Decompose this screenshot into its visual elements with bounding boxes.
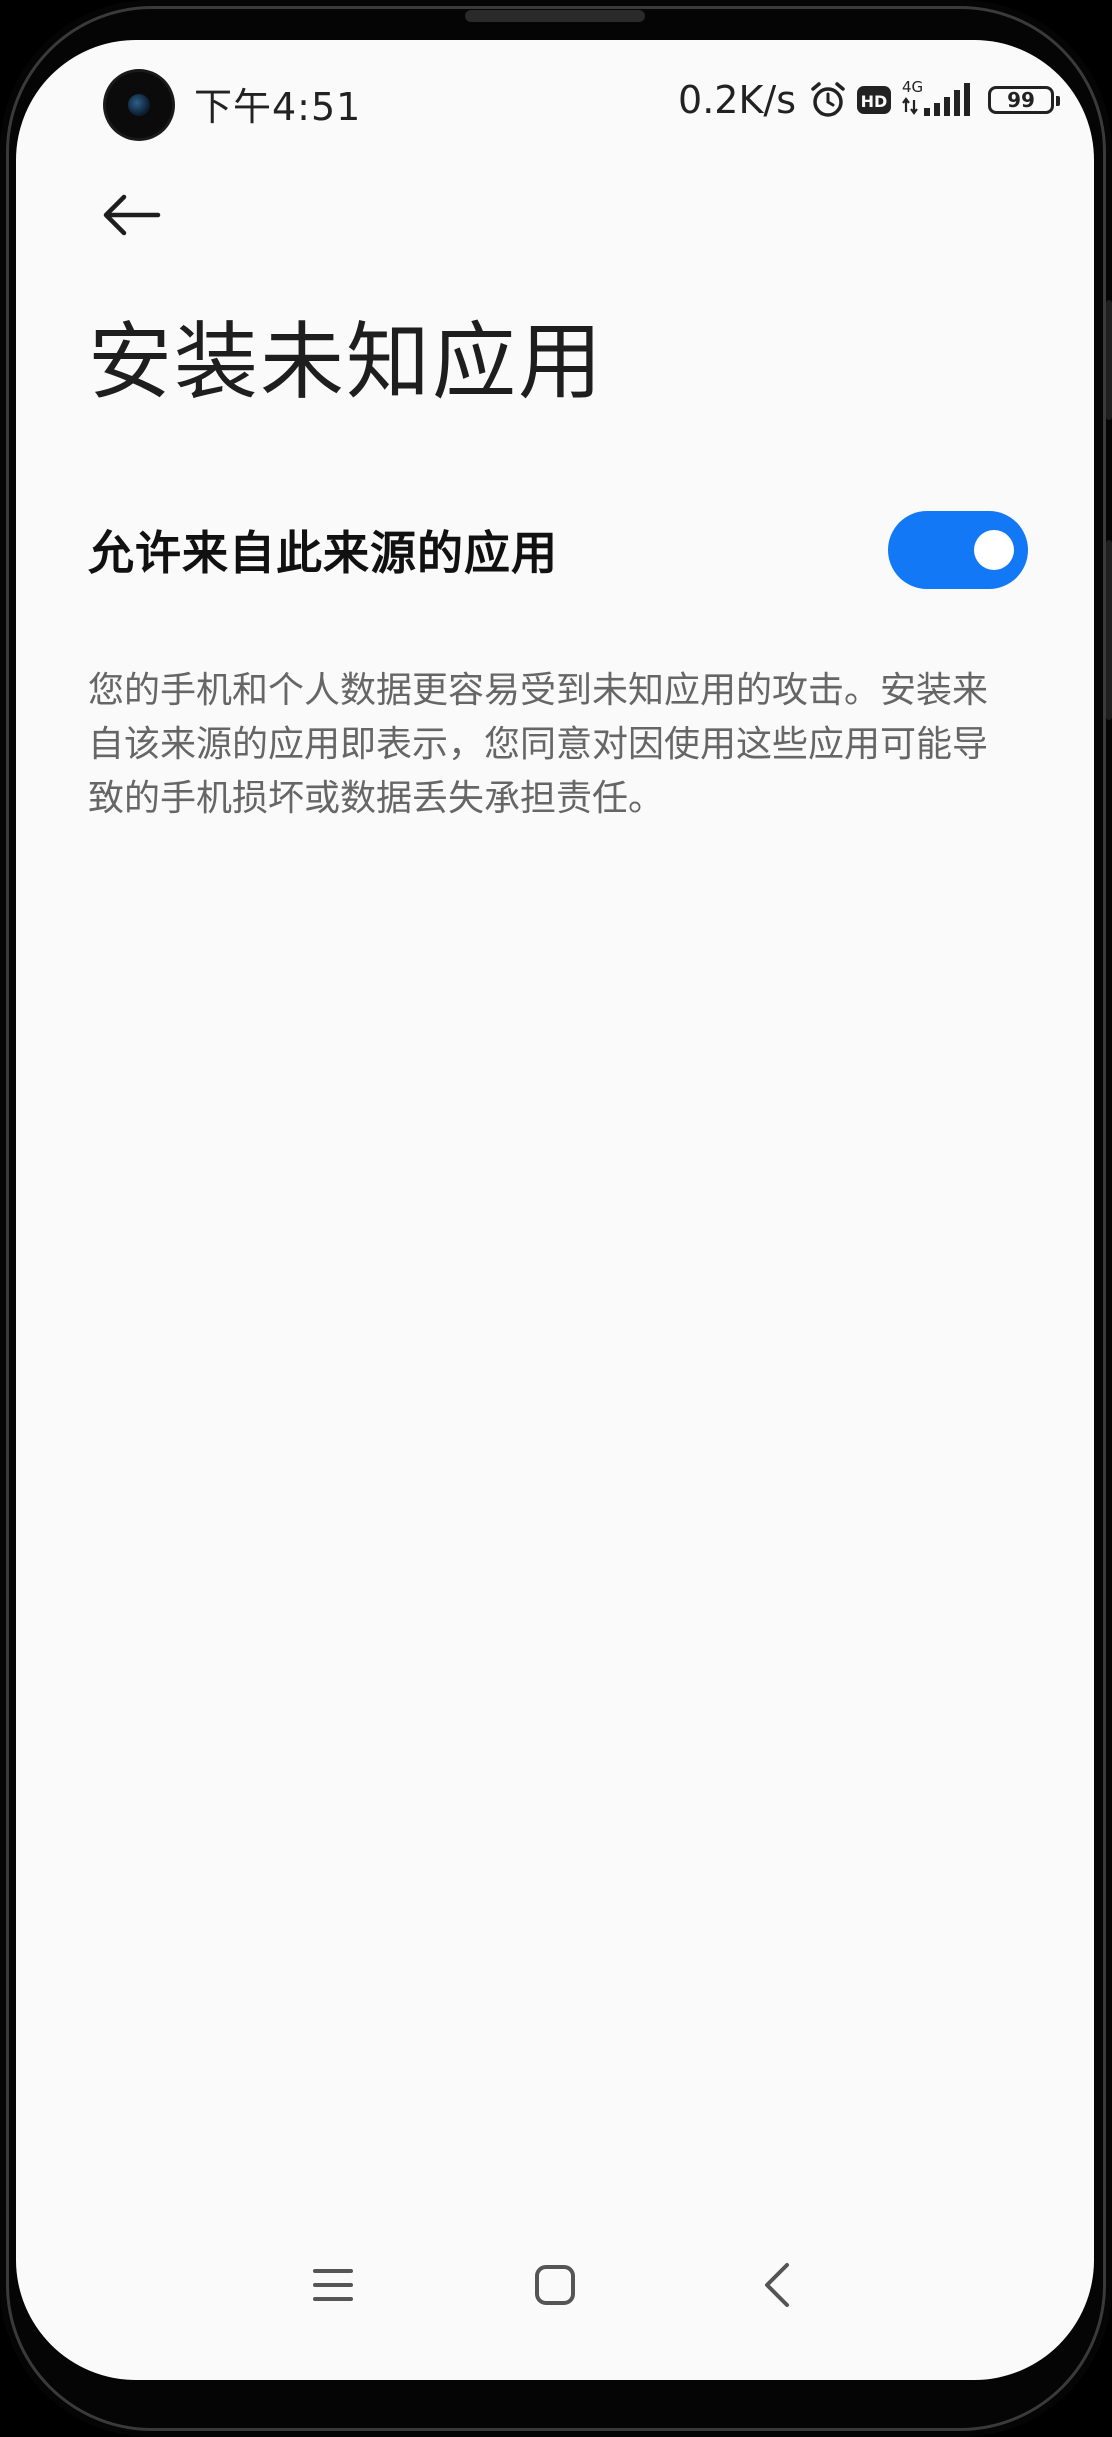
arrow-left-icon: [100, 192, 162, 238]
alarm-icon: [808, 80, 848, 120]
hd-voice-icon: HD: [856, 84, 892, 116]
setting-label: 允许来自此来源的应用: [88, 526, 558, 580]
network-type-label: 4G: [902, 78, 923, 96]
allow-source-toggle[interactable]: [888, 511, 1028, 589]
battery-level: 99: [1007, 88, 1035, 112]
network-speed: 0.2K/s: [678, 78, 796, 122]
status-icons: 0.2K/s HD 4G 99: [678, 76, 1060, 124]
screen: 下午4:51 0.2K/s HD 4G 99 安装未知应用 允许来自此来源的应用…: [16, 40, 1094, 2380]
hd-badge-text: HD: [861, 92, 888, 111]
volume-button: [1106, 300, 1112, 420]
page-title: 安装未知应用: [88, 313, 605, 411]
toggle-knob: [974, 530, 1014, 570]
signal-icon: 4G: [900, 78, 974, 122]
system-back-button[interactable]: [722, 2230, 832, 2340]
home-button[interactable]: [500, 2230, 610, 2340]
front-camera: [106, 72, 172, 138]
status-time: 下午4:51: [194, 85, 362, 129]
menu-icon: [311, 2265, 355, 2305]
warning-description: 您的手机和个人数据更容易受到未知应用的攻击。安装来自该来源的应用即表示，您同意对…: [88, 670, 989, 819]
back-button[interactable]: [86, 170, 176, 260]
home-icon: [533, 2263, 577, 2307]
back-icon: [761, 2261, 793, 2309]
status-bar: 下午4:51 0.2K/s HD 4G 99: [16, 40, 1094, 170]
earpiece-speaker: [465, 10, 645, 22]
phone-frame: 下午4:51 0.2K/s HD 4G 99 安装未知应用 允许来自此来源的应用…: [0, 0, 1112, 2437]
allow-source-setting-row[interactable]: 允许来自此来源的应用: [88, 500, 1028, 600]
power-button: [1106, 540, 1112, 720]
battery-icon: 99: [988, 86, 1060, 114]
navigation-bar: [16, 2230, 1094, 2340]
recent-apps-button[interactable]: [278, 2230, 388, 2340]
